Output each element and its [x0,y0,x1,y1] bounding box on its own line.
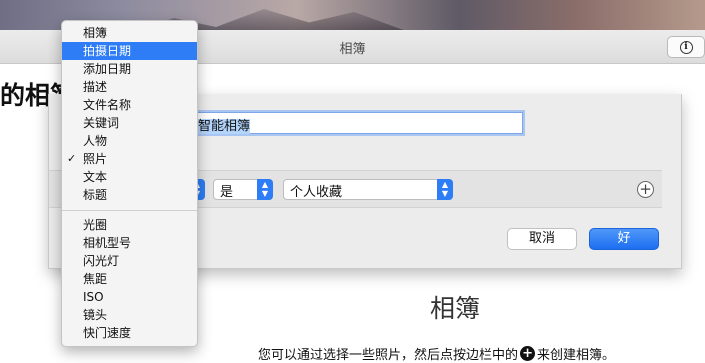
menu-item-label: 快门速度 [83,326,132,340]
menu-item-label: ISO [83,290,104,304]
menu-item-label: 描述 [83,80,108,94]
chevron-up-down-icon: ▲▼ [437,179,453,200]
checkmark-icon: ✓ [67,152,77,165]
menu-item-label: 光圈 [83,218,108,232]
menu-item-label: 人物 [83,134,108,148]
menu-item[interactable]: 相机型号 [62,234,197,252]
menu-item-label: 拍摄日期 [83,44,132,58]
menu-item[interactable]: 快门速度 [62,324,197,342]
operator-popup[interactable]: 是 ▲ ▼ [213,179,273,200]
empty-state-hint: 您可以通过选择一些照片，然后点按边栏中的 + 来创建相簿。 [258,344,615,363]
hint-text-after: 来创建相簿。 [537,348,616,363]
menu-item[interactable]: 文本 [62,168,197,186]
value-popup[interactable]: 个人收藏 ▲ ▼ [283,179,453,200]
info-icon: i [679,40,693,54]
menu-item-label: 相簿 [83,26,108,40]
operator-value: 是 [220,185,234,200]
menu-item[interactable]: 描述 [62,78,197,96]
value-text: 个人收藏 [290,185,343,200]
menu-item[interactable]: ISO [62,288,197,306]
album-name-input[interactable]: 命名智能相簿 [167,112,523,134]
menu-item-label: 闪光灯 [83,254,120,268]
menu-item-label: 照片 [83,152,108,166]
cancel-button[interactable]: 取消 [507,228,577,250]
menu-item[interactable]: 焦距 [62,270,197,288]
menu-group-exif: 光圈相机型号闪光灯焦距 ISO 镜头快门速度 [62,216,197,342]
menu-item-label: 镜头 [83,308,108,322]
add-rule-button[interactable]: + [637,181,654,198]
info-button[interactable]: i [667,36,705,58]
menu-item[interactable]: 镜头 [62,306,197,324]
menu-separator [62,210,197,211]
menu-item-label: 相机型号 [83,236,132,250]
ok-button[interactable]: 好 [589,228,659,250]
menu-item[interactable]: 光圈 [62,216,197,234]
menu-item[interactable]: ✓ 照片 [62,150,197,168]
menu-item-label: 关键词 [83,116,120,130]
menu-item[interactable]: 文件名称 [62,96,197,114]
chevron-up-down-icon: ▲▼ [257,179,273,200]
menu-group-general: 相簿拍摄日期添加日期描述文件名称关键词人物 ✓ 照片文本标题 [62,24,197,204]
menu-item[interactable]: 拍摄日期 [62,42,197,60]
menu-item-label: 添加日期 [83,62,132,76]
menu-item[interactable]: 标题 [62,186,197,204]
menu-item-label: 文件名称 [83,98,132,112]
menu-item-label: 焦距 [83,272,108,286]
add-album-icon: + [520,346,536,361]
menu-item[interactable]: 添加日期 [62,60,197,78]
menu-item-label: 文本 [83,170,108,184]
hint-text-before: 您可以通过选择一些照片，然后点按边栏中的 [258,348,519,363]
menu-item-label: 标题 [83,188,108,202]
menu-item[interactable]: 人物 [62,132,197,150]
field-dropdown-menu: 相簿拍摄日期添加日期描述文件名称关键词人物 ✓ 照片文本标题 光圈相机型号闪光灯焦距… [61,20,198,347]
menu-item[interactable]: 闪光灯 [62,252,197,270]
menu-item[interactable]: 相簿 [62,24,197,42]
menu-item[interactable]: 关键词 [62,114,197,132]
